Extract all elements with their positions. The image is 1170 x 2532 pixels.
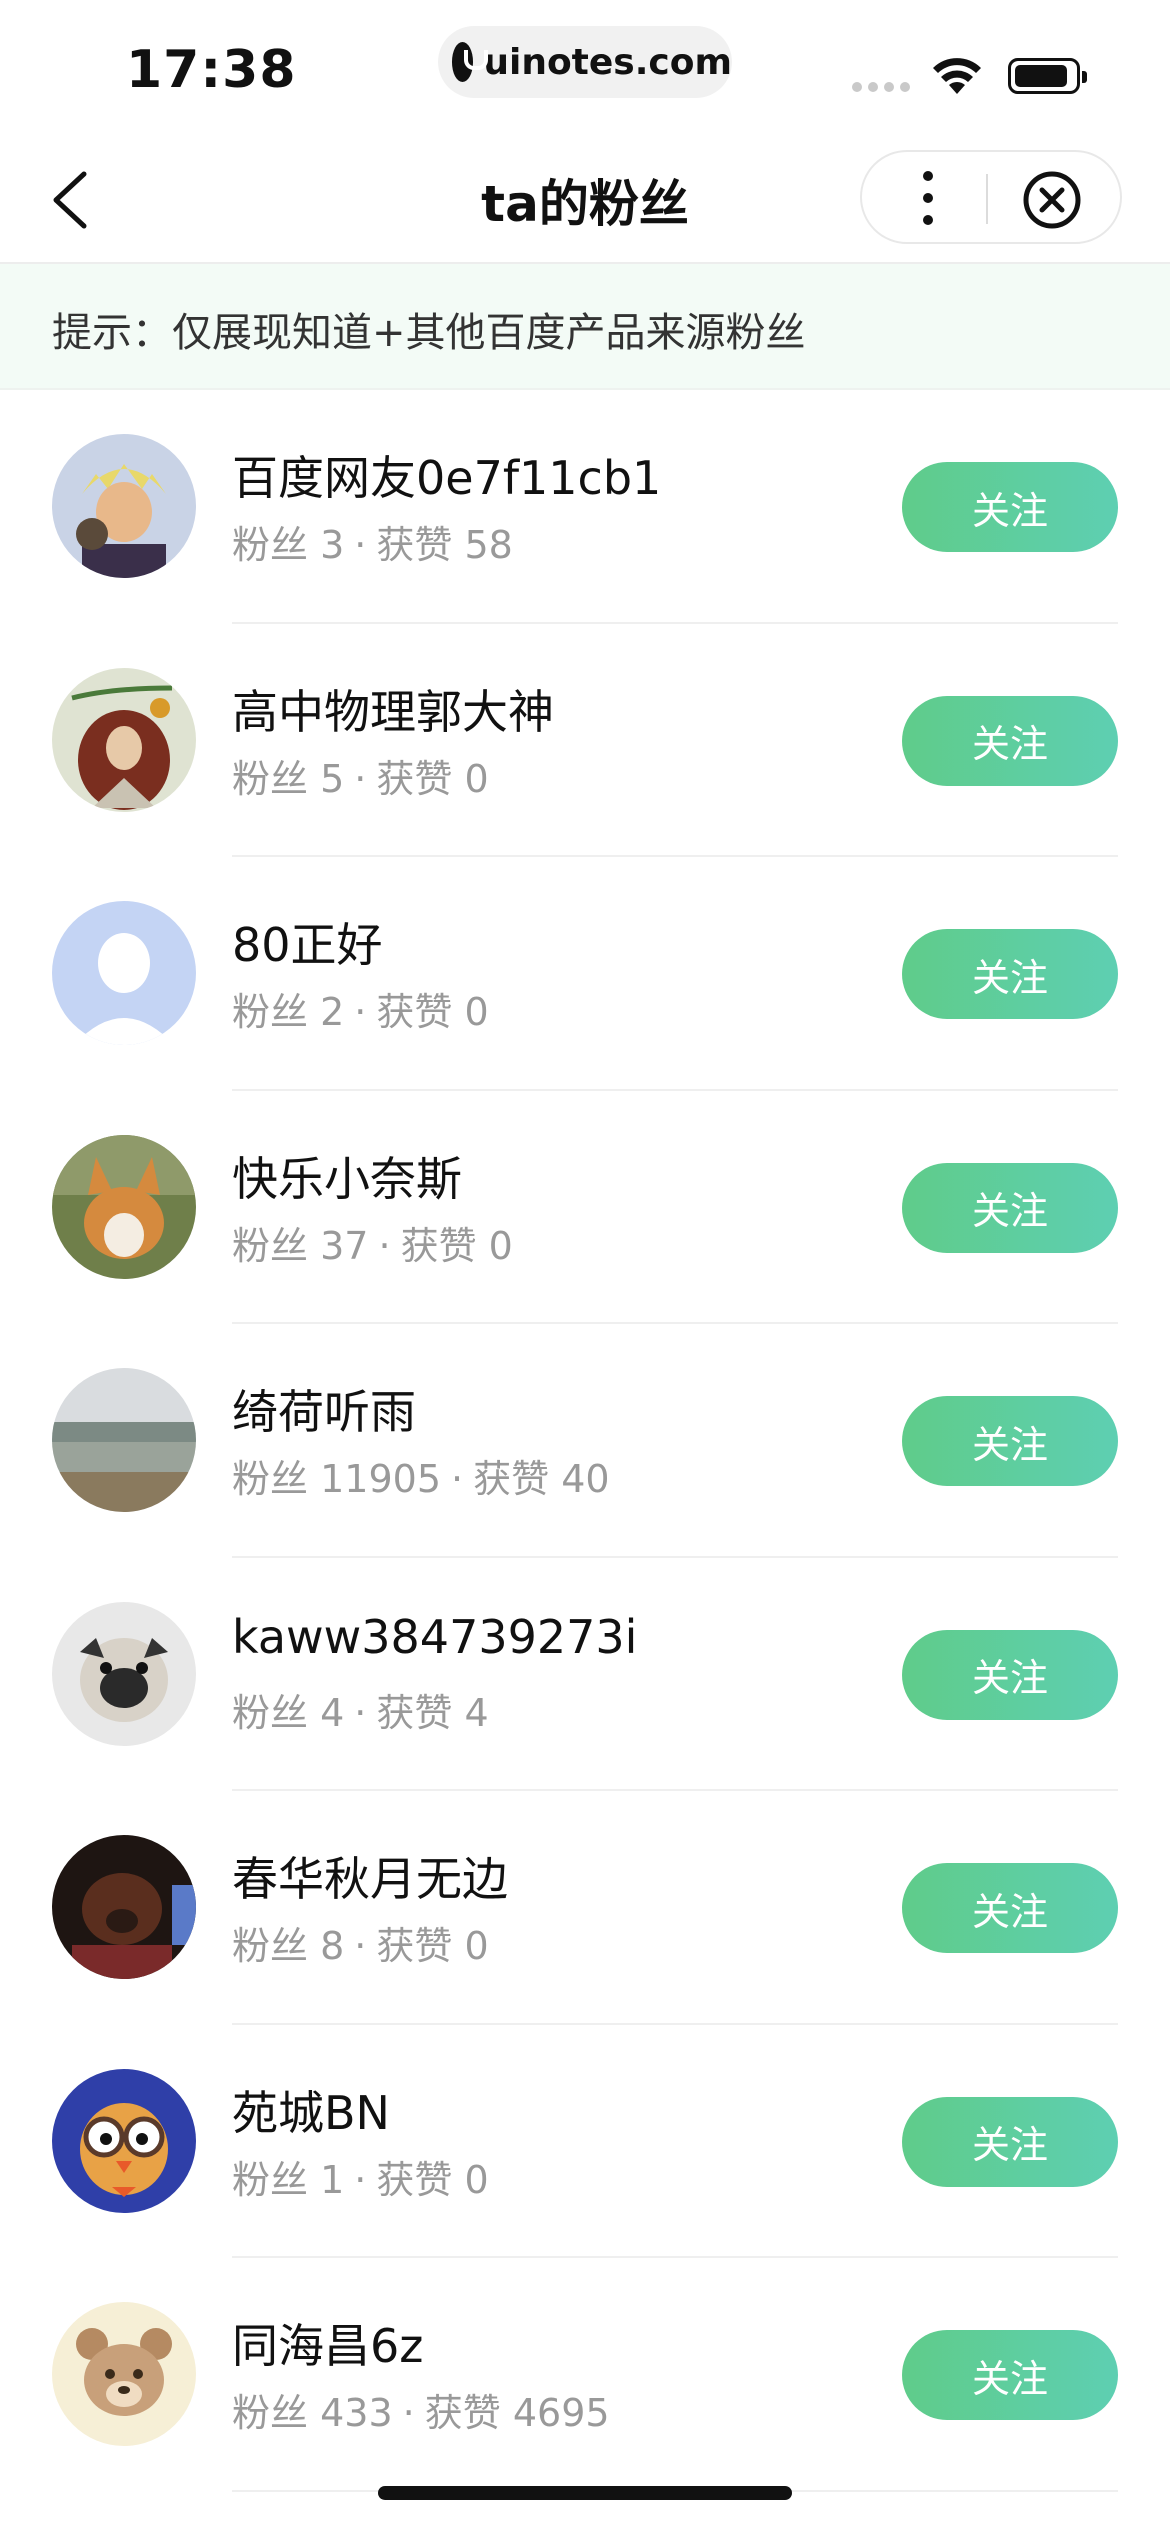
user-stats: 粉丝 11905 · 获赞 40 <box>232 1457 610 1501</box>
signal-icon <box>852 82 910 92</box>
fans-list: 百度网友0e7f11cb1 粉丝 3 · 获赞 58 关注 高中物理郭大神 粉丝 5… <box>0 390 1170 2492</box>
follow-button[interactable]: 关注 <box>902 1863 1118 1953</box>
avatar[interactable] <box>52 1601 196 1746</box>
avatar[interactable] <box>52 901 196 1045</box>
status-bar: 17:38 uinotes.com <box>0 0 1170 140</box>
avatar[interactable] <box>52 1835 196 1979</box>
avatar[interactable] <box>52 1134 196 1279</box>
url-text: uinotes.com <box>483 41 732 83</box>
user-stats: 粉丝 5 · 获赞 0 <box>232 756 489 801</box>
fan-row[interactable]: 百度网友0e7f11cb1 粉丝 3 · 获赞 58 关注 <box>0 390 1170 624</box>
user-name: 高中物理郭大神 <box>232 684 554 739</box>
site-logo-icon <box>452 42 489 82</box>
user-name: kaww384739273i <box>232 1609 638 1664</box>
follow-button[interactable]: 关注 <box>902 2096 1118 2187</box>
avatar[interactable] <box>52 434 196 578</box>
user-stats: 粉丝 8 · 获赞 0 <box>232 1924 489 1968</box>
more-vertical-icon[interactable] <box>920 170 936 226</box>
user-name: 绮荷听雨 <box>232 1385 416 1439</box>
fan-row[interactable]: 绮荷听雨 粉丝 11905 · 获赞 40 关注 <box>0 1324 1170 1558</box>
fan-row[interactable]: 苑城BN 粉丝 1 · 获赞 0 关注 <box>0 2025 1170 2258</box>
fan-row[interactable]: 同海昌6z 粉丝 433 · 获赞 4695 关注 <box>0 2258 1170 2492</box>
user-stats: 粉丝 433 · 获赞 4695 <box>232 2391 610 2435</box>
user-name: 80正好 <box>232 918 383 972</box>
avatar[interactable] <box>52 2302 196 2446</box>
user-stats: 粉丝 37 · 获赞 0 <box>232 1223 513 1268</box>
wifi-icon <box>933 58 981 94</box>
user-name: 同海昌6z <box>232 2319 424 2373</box>
avatar[interactable] <box>52 667 196 812</box>
tip-banner: 提示：仅展现知道+其他百度产品来源粉丝 <box>0 264 1170 390</box>
user-stats: 粉丝 4 · 获赞 4 <box>232 1690 489 1735</box>
user-name: 快乐小奈斯 <box>232 1151 462 1206</box>
close-circle-icon[interactable] <box>1022 170 1082 230</box>
follow-button[interactable]: 关注 <box>902 1396 1118 1486</box>
follow-button[interactable]: 关注 <box>902 1629 1118 1720</box>
avatar[interactable] <box>52 1368 196 1512</box>
user-name: 春华秋月无边 <box>232 1852 508 1906</box>
mini-program-capsule <box>860 150 1122 244</box>
tip-text: 提示：仅展现知道+其他百度产品来源粉丝 <box>52 310 806 356</box>
fan-row[interactable]: 快乐小奈斯 粉丝 37 · 获赞 0 关注 <box>0 1091 1170 1324</box>
status-time: 17:38 <box>126 40 297 100</box>
fan-row[interactable]: 80正好 粉丝 2 · 获赞 0 关注 <box>0 857 1170 1091</box>
follow-button[interactable]: 关注 <box>902 695 1118 786</box>
user-stats: 粉丝 2 · 获赞 0 <box>232 990 489 1034</box>
user-name: 百度网友0e7f11cb1 <box>232 451 662 505</box>
follow-button[interactable]: 关注 <box>902 1162 1118 1253</box>
capsule-divider <box>986 174 988 224</box>
fan-row[interactable]: 高中物理郭大神 粉丝 5 · 获赞 0 关注 <box>0 624 1170 857</box>
nav-bar: ta的粉丝 <box>0 140 1170 264</box>
user-stats: 粉丝 1 · 获赞 0 <box>232 2157 489 2202</box>
url-pill[interactable]: uinotes.com <box>438 26 732 98</box>
home-indicator[interactable] <box>378 2486 792 2500</box>
follow-button[interactable]: 关注 <box>902 2330 1118 2420</box>
fan-row[interactable]: kaww384739273i 粉丝 4 · 获赞 4 关注 <box>0 1558 1170 1791</box>
fan-row[interactable]: 春华秋月无边 粉丝 8 · 获赞 0 关注 <box>0 1791 1170 2025</box>
avatar[interactable] <box>52 2068 196 2213</box>
follow-button[interactable]: 关注 <box>902 462 1118 552</box>
user-stats: 粉丝 3 · 获赞 58 <box>232 523 513 567</box>
battery-icon <box>1008 58 1087 94</box>
follow-button[interactable]: 关注 <box>902 929 1118 1019</box>
user-name: 苑城BN <box>232 2085 390 2140</box>
